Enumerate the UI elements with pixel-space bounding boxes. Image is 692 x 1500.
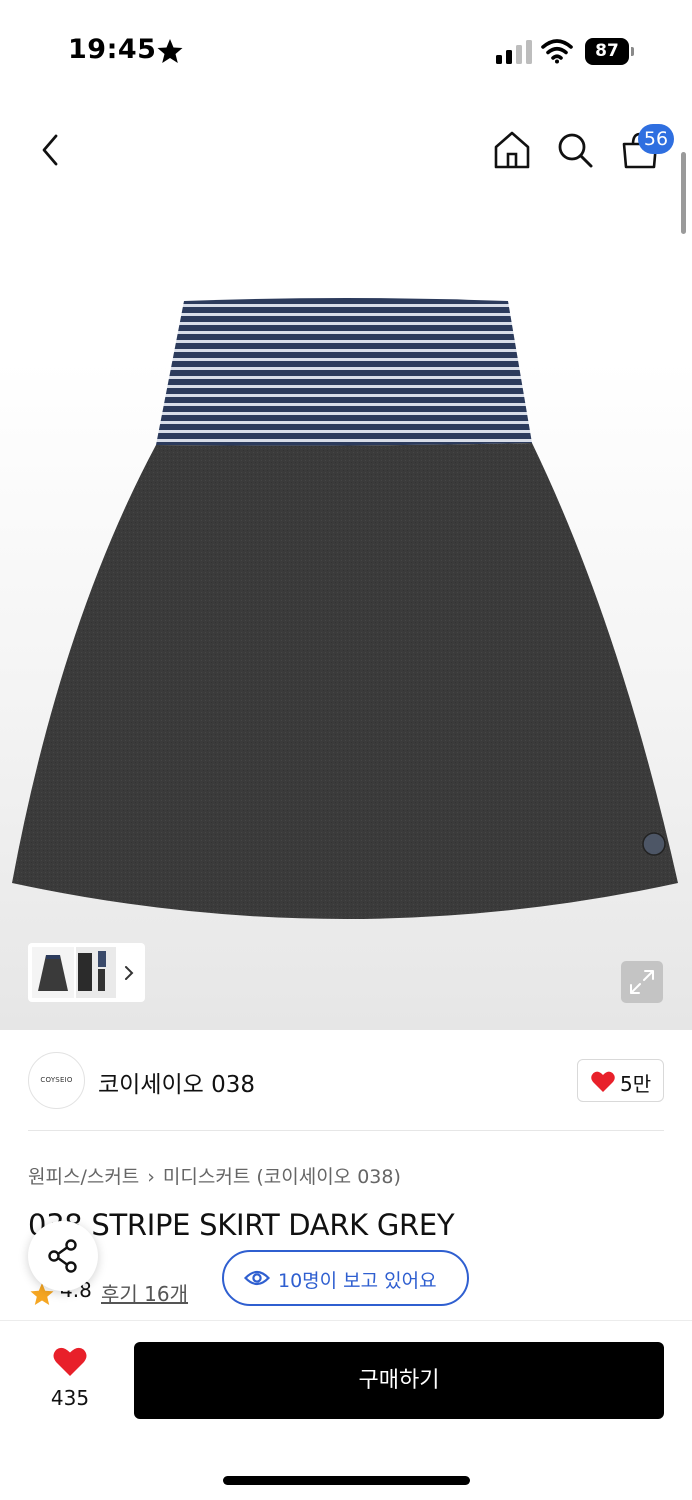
cart-count-badge: 56 bbox=[638, 124, 674, 154]
breadcrumb-subcategory[interactable]: 미디스커트 (코이세이오 038) bbox=[163, 1166, 401, 1188]
thumbnail-images[interactable] bbox=[32, 947, 116, 998]
home-icon[interactable] bbox=[493, 130, 531, 170]
product-image[interactable] bbox=[0, 295, 692, 935]
scrollbar[interactable] bbox=[681, 152, 686, 234]
battery-level: 87 bbox=[585, 38, 629, 65]
brand-like-button[interactable]: 5만 bbox=[577, 1059, 664, 1102]
expand-image-button[interactable] bbox=[621, 961, 663, 1003]
status-time: 19:45 bbox=[68, 34, 157, 65]
signal-icon bbox=[496, 40, 532, 64]
wishlist-heart-icon[interactable] bbox=[52, 1346, 88, 1378]
buy-button[interactable]: 구매하기 bbox=[134, 1342, 664, 1419]
battery-icon: 87 bbox=[585, 38, 635, 65]
status-bar: 19:45 87 bbox=[0, 0, 692, 100]
home-indicator[interactable] bbox=[223, 1476, 470, 1485]
share-icon bbox=[48, 1239, 77, 1273]
heart-icon bbox=[591, 1071, 615, 1092]
product-image-area[interactable]: 56 bbox=[0, 0, 692, 1030]
brand-name[interactable]: 코이세이오 038 bbox=[98, 1065, 255, 1099]
divider bbox=[28, 1130, 664, 1131]
chevron-right-icon: › bbox=[147, 1166, 155, 1188]
share-button[interactable] bbox=[28, 1221, 98, 1291]
back-icon[interactable] bbox=[36, 130, 66, 170]
thumbnail-strip[interactable] bbox=[28, 943, 145, 1002]
expand-icon bbox=[630, 970, 654, 994]
breadcrumb-category[interactable]: 원피스/스커트 bbox=[28, 1166, 139, 1188]
battery-cap bbox=[631, 47, 634, 56]
brand-logo[interactable]: COYSEIO bbox=[28, 1052, 85, 1109]
breadcrumb: 원피스/스커트 › 미디스커트 (코이세이오 038) bbox=[28, 1162, 401, 1189]
wifi-icon bbox=[541, 39, 573, 64]
chevron-right-icon[interactable] bbox=[122, 963, 136, 983]
wishlist-count: 435 bbox=[50, 1386, 90, 1410]
review-link[interactable]: 후기 16개 bbox=[101, 1278, 188, 1307]
star-icon bbox=[157, 39, 183, 63]
brand-like-count: 5만 bbox=[620, 1072, 652, 1096]
eye-icon bbox=[244, 1270, 270, 1286]
viewers-text: 10명이 보고 있어요 bbox=[278, 1270, 437, 1292]
viewers-indicator: 10명이 보고 있어요 bbox=[222, 1250, 469, 1306]
search-icon[interactable] bbox=[556, 130, 594, 170]
